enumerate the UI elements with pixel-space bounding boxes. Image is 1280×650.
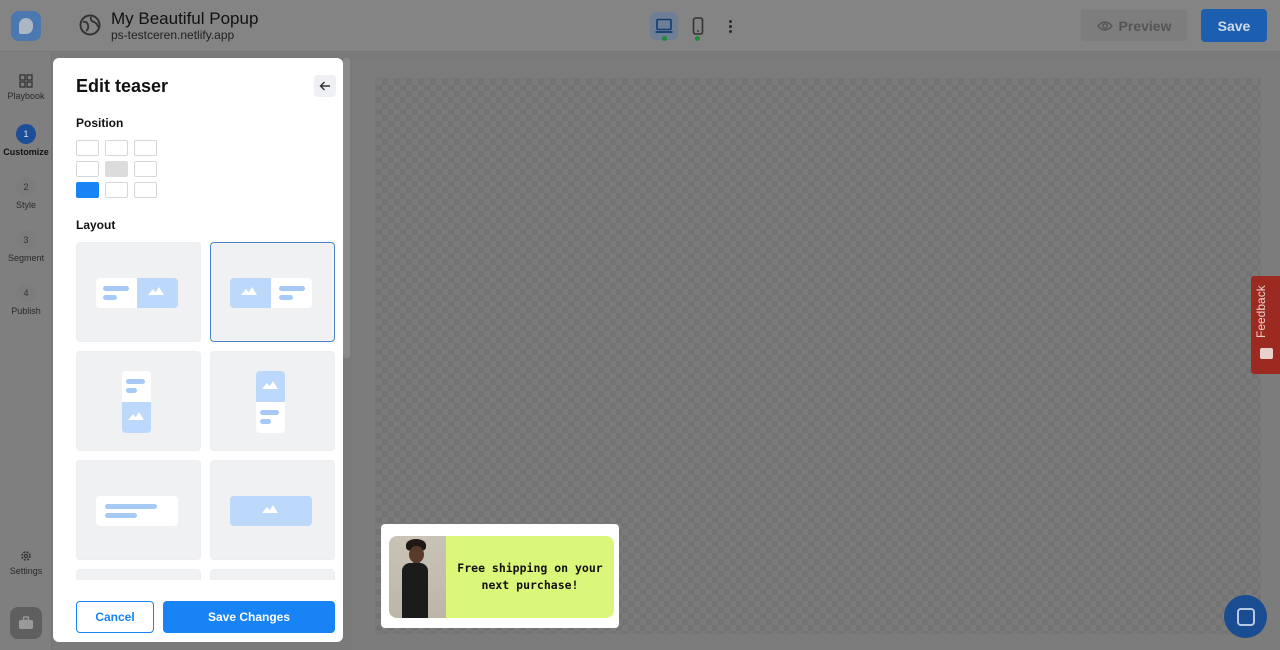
preview-button[interactable]: Preview: [1080, 9, 1188, 42]
rail-item-publish[interactable]: 4 Publish: [0, 283, 52, 316]
top-bar: My Beautiful Popup ps-testceren.netlify.…: [0, 0, 1280, 52]
back-button[interactable]: [314, 75, 336, 97]
step-number: 4: [16, 283, 36, 303]
layout-options: [76, 242, 336, 580]
more-options-icon[interactable]: [722, 15, 738, 37]
layout-text-top-image-bottom[interactable]: [76, 351, 201, 451]
step-number: 2: [16, 177, 36, 197]
layout-image-top-text-bottom[interactable]: [210, 351, 335, 451]
position-middle-right[interactable]: [134, 161, 157, 177]
app-logo[interactable]: [11, 11, 41, 41]
briefcase-icon: [19, 616, 33, 629]
feedback-smiley-icon: [1260, 348, 1273, 359]
left-rail: Playbook 1 Customize 2 Style 3 Segment 4…: [0, 52, 52, 650]
teaser-preview[interactable]: Free shipping on your next purchase!: [381, 524, 619, 628]
desktop-status-dot: [662, 36, 667, 41]
mobile-icon: [692, 17, 704, 35]
rail-item-style[interactable]: 2 Style: [0, 177, 52, 210]
position-label: Position: [76, 116, 124, 130]
layout-option-8[interactable]: [210, 569, 335, 580]
panel-scrollbar[interactable]: [343, 58, 350, 358]
teaser-image: [389, 536, 446, 618]
layout-option-7[interactable]: [76, 569, 201, 580]
feedback-label: Feedback: [1254, 285, 1268, 338]
grid-icon: [19, 74, 33, 88]
position-top-right[interactable]: [134, 140, 157, 156]
mobile-status-dot: [695, 36, 700, 41]
save-button[interactable]: Save: [1201, 9, 1267, 42]
step-number: 1: [16, 124, 36, 144]
position-middle-left[interactable]: [76, 161, 99, 177]
rail-label: Playbook: [7, 91, 45, 101]
position-top-left[interactable]: [76, 140, 99, 156]
teaser-text: Free shipping on your next purchase!: [446, 536, 614, 618]
preview-label: Preview: [1118, 17, 1172, 34]
layout-image-text[interactable]: [210, 242, 335, 342]
rail-item-settings[interactable]: Settings: [0, 549, 52, 576]
layout-label: Layout: [76, 218, 116, 232]
chat-icon: [1236, 607, 1255, 626]
rail-item-customize[interactable]: 1 Customize: [0, 124, 52, 157]
chat-launcher-button[interactable]: [1224, 595, 1267, 638]
site-url: ps-testceren.netlify.app: [111, 28, 235, 42]
cancel-button[interactable]: Cancel: [76, 601, 154, 633]
rail-label: Customize: [3, 147, 49, 157]
position-bottom-center[interactable]: [105, 182, 128, 198]
rail-label: Segment: [7, 253, 45, 263]
site-title: My Beautiful Popup: [111, 9, 259, 28]
arrow-left-icon: [319, 81, 330, 91]
briefcase-button[interactable]: [10, 607, 42, 639]
teaser-card: Free shipping on your next purchase!: [389, 536, 614, 618]
panel-title: Edit teaser: [76, 76, 169, 96]
rail-item-playbook[interactable]: Playbook: [0, 74, 52, 101]
layout-text-only[interactable]: [76, 460, 201, 560]
globe-icon: [79, 14, 101, 36]
layout-text-image[interactable]: [76, 242, 201, 342]
desktop-icon: [655, 18, 673, 33]
save-changes-button[interactable]: Save Changes: [163, 601, 335, 633]
rail-label: Style: [15, 200, 36, 210]
feedback-tab[interactable]: Feedback: [1251, 276, 1280, 374]
position-center: [105, 161, 128, 177]
layout-image-only[interactable]: [210, 460, 335, 560]
rail-label: Settings: [9, 566, 43, 576]
gear-icon: [21, 551, 31, 561]
edit-teaser-panel: Edit teaser Position Layout Cancel Save …: [53, 58, 343, 642]
eye-icon: [1096, 20, 1113, 31]
step-number: 3: [16, 230, 36, 250]
position-bottom-left[interactable]: [76, 182, 99, 198]
rail-label: Publish: [11, 306, 41, 316]
logo-mark-icon: [19, 18, 33, 34]
rail-item-segment[interactable]: 3 Segment: [0, 230, 52, 263]
position-grid: [76, 140, 157, 198]
position-top-center[interactable]: [105, 140, 128, 156]
position-bottom-right[interactable]: [134, 182, 157, 198]
